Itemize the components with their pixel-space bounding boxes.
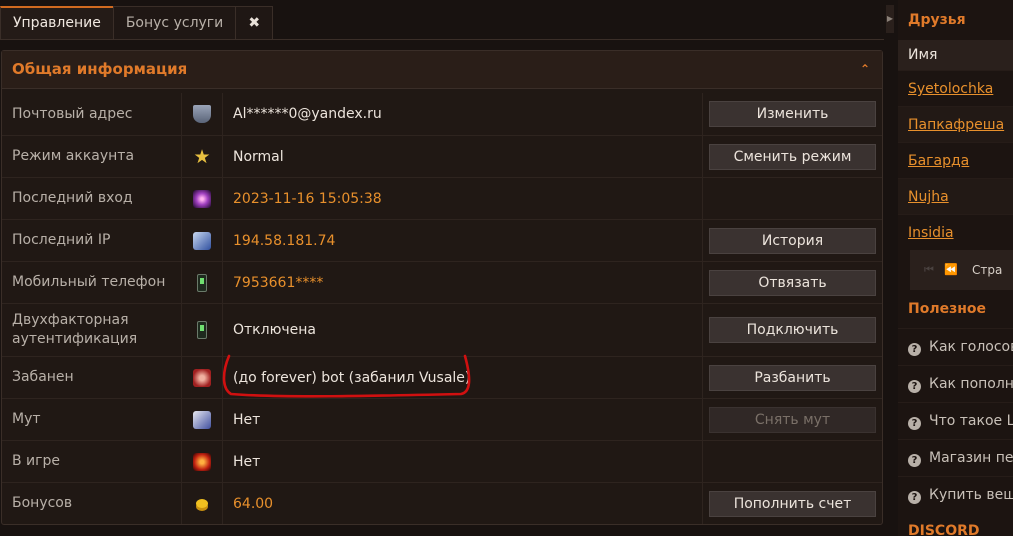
table-row: Последний вход 2023-11-16 15:05:38 (2, 177, 882, 219)
question-icon: ? (908, 380, 921, 393)
top-up-button[interactable]: Пополнить счет (709, 490, 876, 517)
useful-title: Полезное (908, 301, 987, 317)
table-row: Мобильный телефон 7953661**** Отвязать (2, 261, 882, 303)
friends-pager: ⏮ ⏪ Стра (910, 250, 1013, 290)
row-label: Двухфакторная аутентификация (2, 304, 182, 356)
row-label: Режим аккаунта (2, 136, 182, 177)
row-label: В игре (2, 441, 182, 482)
friend-link[interactable]: Папкафреша (898, 106, 1013, 142)
row-value: Отключена (223, 304, 703, 356)
useful-link[interactable]: ?Купить вещь (898, 476, 1013, 513)
chevron-up-icon[interactable]: ⌃ (860, 51, 870, 88)
question-icon: ? (908, 454, 921, 467)
table-row: Забанен (до forever) bot (забанил Vusale… (2, 356, 882, 398)
network-icon (193, 231, 211, 250)
tab-bar: Управление Бонус услуги ✖ (0, 6, 274, 40)
pager-label: Стра (972, 263, 1003, 277)
question-icon: ? (908, 343, 921, 356)
row-label: Последний IP (2, 220, 182, 261)
friend-link[interactable]: Nujha (898, 178, 1013, 214)
row-value: 2023-11-16 15:05:38 (223, 178, 703, 219)
page: Управление Бонус услуги ✖ Общая информац… (0, 0, 1013, 536)
tabs-divider (0, 39, 884, 40)
sidebar-toggle-icon[interactable]: ▶ (886, 5, 894, 33)
unban-button[interactable]: Разбанить (709, 364, 876, 391)
row-value: 7953661**** (223, 262, 703, 303)
phone-icon (197, 273, 207, 292)
coin-icon (196, 499, 208, 508)
enable-2fa-button[interactable]: Подключить (709, 317, 876, 343)
history-button[interactable]: История (709, 227, 876, 254)
row-value: 64.00 (223, 483, 703, 524)
row-label: Забанен (2, 357, 182, 398)
panel-header[interactable]: Общая информация ⌃ (2, 51, 882, 89)
change-mode-button[interactable]: Сменить режим (709, 143, 876, 170)
useful-link[interactable]: ?Как пополни (898, 365, 1013, 402)
row-label: Последний вход (2, 178, 182, 219)
prev-page-icon[interactable]: ⏪ (944, 262, 964, 278)
row-label: Мобильный телефон (2, 262, 182, 303)
friends-column-header: Имя (898, 40, 1013, 70)
table-row: Мут Нет Снять мут (2, 398, 882, 440)
table-row: Режим аккаунта ★ Normal Сменить режим (2, 135, 882, 177)
row-value: Normal (223, 136, 703, 177)
discord-title: DISCORD (908, 523, 980, 536)
row-label: Бонусов (2, 483, 182, 524)
question-icon: ? (908, 491, 921, 504)
tab-management[interactable]: Управление (0, 6, 114, 40)
general-info-panel: Общая информация ⌃ Почтовый адрес Al****… (1, 50, 883, 525)
phone-2fa-icon (197, 321, 207, 339)
useful-link[interactable]: ?Как голосова (898, 328, 1013, 365)
row-value: Нет (223, 441, 703, 482)
row-label: Мут (2, 399, 182, 440)
ingame-icon (193, 452, 211, 471)
table-row: Последний IP 194.58.181.74 История (2, 219, 882, 261)
question-icon: ? (908, 417, 921, 430)
tab-bonus-services[interactable]: Бонус услуги (112, 6, 237, 40)
change-email-button[interactable]: Изменить (709, 101, 876, 127)
star-icon: ★ (193, 145, 211, 168)
unlink-phone-button[interactable]: Отвязать (709, 269, 876, 296)
info-table: Почтовый адрес Al******0@yandex.ru Измен… (2, 93, 882, 524)
friend-link[interactable]: Insidia (898, 214, 1013, 250)
useful-link[interactable]: ?Что такое Lo (898, 402, 1013, 439)
row-value: Нет (223, 399, 703, 440)
row-value: 194.58.181.74 (223, 220, 703, 261)
unmute-button: Снять мут (709, 406, 876, 433)
row-value: Al******0@yandex.ru (223, 93, 703, 135)
row-label: Почтовый адрес (2, 93, 182, 135)
friend-link[interactable]: Syetolochka (898, 70, 1013, 106)
table-row: В игре Нет (2, 440, 882, 482)
close-icon[interactable]: ✖ (235, 6, 274, 40)
first-page-icon[interactable]: ⏮ (924, 262, 944, 278)
shield-icon (193, 105, 211, 123)
right-sidebar: Друзья Имя Syetolochka Папкафреша Багард… (898, 0, 1013, 536)
ban-icon (193, 368, 211, 387)
login-icon (193, 189, 211, 208)
friends-title: Друзья (908, 12, 966, 28)
row-value: (до forever) bot (забанил Vusale) (223, 357, 703, 398)
table-row: Двухфакторная аутентификация Отключена П… (2, 303, 882, 356)
panel-title: Общая информация (12, 60, 188, 78)
friend-link[interactable]: Багарда (898, 142, 1013, 178)
table-row: Бонусов 64.00 Пополнить счет (2, 482, 882, 524)
table-row: Почтовый адрес Al******0@yandex.ru Измен… (2, 93, 882, 135)
useful-link[interactable]: ?Магазин пер (898, 439, 1013, 476)
mute-icon (193, 410, 211, 429)
